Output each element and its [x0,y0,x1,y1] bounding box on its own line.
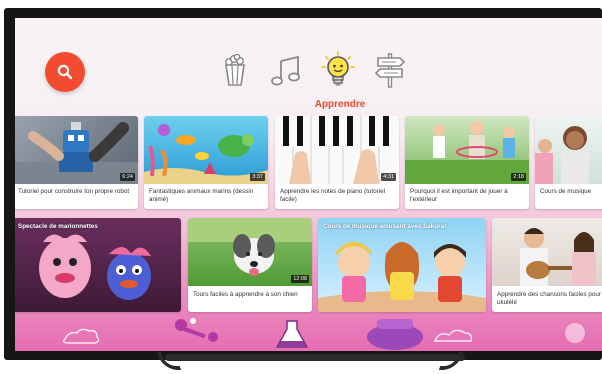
music-note-icon [271,55,300,86]
video-card[interactable]: 6:24 Tutoriel pour construire ton propre… [15,116,138,209]
video-thumbnail-music-class [535,116,602,184]
video-card[interactable]: Cours de musique amusant avec Sakura! [318,218,486,312]
video-thumbnail-dog: 12:08 [188,218,312,286]
active-category-label: Apprendre [314,99,366,110]
bottom-decoration [63,318,585,350]
signpost-icon [374,53,406,88]
category-shows-button[interactable] [216,51,254,89]
video-title: Apprendre les notes de piano (tutoriel f… [280,188,386,203]
video-title: Pourquoi il est important de jouer à l'e… [410,188,508,203]
video-card[interactable]: 2:18 Pourquoi il est important de jouer … [405,116,529,209]
video-title: Tutoriel pour construire ton propre robo… [18,188,130,195]
video-title: Cours de musique [540,188,592,195]
video-title: Tours faciles à apprendre à son chien [193,291,298,298]
lightbulb-icon [321,51,355,86]
tv-stand [165,354,465,361]
video-title: Apprendre des chansons faciles pour ukul… [497,291,601,306]
video-thumbnail-puppets: Spectacle de marionnettes [15,218,181,312]
video-thumbnail-piano: 4:31 [275,116,399,184]
category-music-button[interactable] [267,51,305,89]
video-card[interactable]: 4:31 Apprendre les notes de piano (tutor… [275,116,399,209]
search-icon [57,64,73,80]
video-thumbnail-robot: 6:24 [15,116,138,184]
video-card[interactable]: 3:37 Fantastiques animaux marins (dessin… [144,116,268,209]
video-title: Spectacle de marionnettes [18,223,98,230]
video-title: Cours de musique amusant avec Sakura! [323,223,447,230]
video-title: Fantastiques animaux marins (dessin anim… [149,188,254,203]
video-duration: 12:08 [291,275,309,283]
video-card[interactable]: Spectacle de marionnettes [15,218,181,312]
video-duration: 2:18 [511,173,526,181]
video-thumbnail-ukulele [492,218,602,286]
video-card[interactable]: 12:08 Tours faciles à apprendre à son ch… [188,218,312,312]
search-button[interactable] [45,52,85,92]
video-thumbnail-sea-animals: 3:37 [144,116,268,184]
popcorn-icon [225,53,245,86]
category-learning-button[interactable] [319,51,357,89]
video-card[interactable]: Apprendre des chansons faciles pour ukul… [492,218,602,312]
video-duration: 4:31 [381,173,396,181]
video-thumbnail-outdoor-play: 2:18 [405,116,529,184]
video-thumbnail-sakura: Cours de musique amusant avec Sakura! [318,218,486,312]
category-explore-button[interactable] [371,51,409,89]
video-duration: 3:37 [250,173,265,181]
tv-screen: Apprendre 6:24 Tutoriel pour construire … [15,18,602,351]
video-duration: 6:24 [120,173,135,181]
video-card[interactable]: Cours de musique [535,116,602,209]
